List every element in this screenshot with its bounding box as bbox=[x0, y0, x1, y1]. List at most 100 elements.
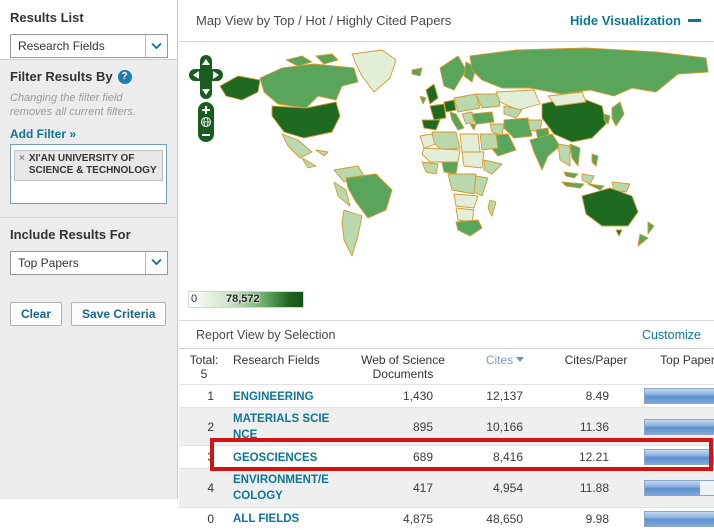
horn-of-africa bbox=[484, 160, 502, 174]
col-header-cites-sortable[interactable]: Cites bbox=[459, 349, 551, 385]
include-results-dropdown[interactable]: Top Papers bbox=[10, 251, 168, 275]
sahel-region bbox=[422, 148, 460, 162]
row-cites-per-paper: 8.49 bbox=[551, 385, 641, 408]
east-africa bbox=[474, 176, 488, 196]
country-vietnam bbox=[570, 144, 580, 166]
top-papers-bar-fill bbox=[645, 512, 714, 526]
filter-panel: Filter Results By ? Changing the filter … bbox=[0, 59, 177, 499]
map-color-legend: 0 78,572 bbox=[188, 291, 304, 308]
sidebar: Results List Research Fields Filter Resu… bbox=[0, 0, 178, 499]
country-egypt bbox=[480, 134, 498, 150]
west-africa bbox=[422, 162, 438, 174]
filter-chip-label: XI'AN UNIVERSITY OF SCIENCE & TECHNOLOGY bbox=[29, 153, 158, 178]
country-norway-sweden bbox=[440, 56, 466, 90]
world-choropleth-map[interactable] bbox=[186, 44, 714, 292]
legend-min-value: 0 bbox=[191, 293, 197, 305]
country-new-zealand-north bbox=[648, 222, 654, 234]
zoom-out-icon bbox=[202, 134, 210, 136]
row-cites: 8,416 bbox=[459, 446, 551, 469]
table-row: 1 ENGINEERING 1,430 12,137 8.49 28 bbox=[179, 385, 714, 408]
top-papers-bar: 28 bbox=[644, 388, 714, 404]
country-japan bbox=[612, 102, 624, 126]
research-field-link[interactable]: MATERIALS SCIENCE bbox=[233, 413, 329, 441]
top-papers-bar: 112 bbox=[644, 511, 714, 527]
country-greece bbox=[470, 124, 476, 130]
row-cites-per-paper: 9.98 bbox=[551, 507, 641, 530]
country-new-zealand-south bbox=[638, 234, 648, 246]
table-row: 4 ENVIRONMENT/ECOLOGY 417 4,954 11.88 13 bbox=[179, 469, 714, 507]
country-turkey bbox=[472, 112, 494, 124]
central-america bbox=[302, 158, 316, 168]
country-angola-zambia bbox=[454, 194, 478, 208]
remove-filter-icon[interactable]: × bbox=[19, 153, 25, 166]
country-libya bbox=[460, 134, 480, 152]
map-pan-control[interactable] bbox=[189, 55, 223, 101]
customize-link[interactable]: Customize bbox=[642, 328, 701, 342]
filter-chip[interactable]: × XI'AN UNIVERSITY OF SCIENCE & TECHNOLO… bbox=[14, 150, 163, 181]
report-table: Total: 5 Research Fields Web of Science … bbox=[179, 348, 714, 530]
filter-results-by-label: Filter Results By bbox=[10, 69, 113, 84]
cites-label: Cites bbox=[486, 353, 513, 367]
row-rank: 3 bbox=[179, 446, 229, 469]
research-field-link[interactable]: ALL FIELDS bbox=[233, 513, 299, 525]
country-iceland bbox=[412, 68, 422, 76]
country-malaysia bbox=[564, 172, 578, 178]
country-madagascar bbox=[488, 200, 496, 216]
row-cites-per-paper: 11.88 bbox=[551, 469, 641, 507]
row-docs: 895 bbox=[347, 408, 459, 446]
col-header-cites-per-paper: Cites/Paper bbox=[551, 349, 641, 385]
map-zoom-control[interactable] bbox=[198, 102, 214, 142]
total-label: Total: bbox=[181, 353, 227, 367]
add-filter-link[interactable]: Add Filter » bbox=[10, 127, 76, 141]
research-field-link[interactable]: ENVIRONMENT/ECOLOGY bbox=[233, 474, 329, 502]
country-cuba bbox=[316, 150, 328, 156]
chevron-down-icon bbox=[145, 252, 167, 274]
research-field-link[interactable]: GEOSCIENCES bbox=[233, 452, 317, 464]
filter-results-by-heading: Filter Results By ? bbox=[10, 69, 167, 84]
filter-note: Changing the filter field removes all cu… bbox=[10, 91, 167, 120]
row-docs: 689 bbox=[347, 446, 459, 469]
top-papers-bar-fill bbox=[645, 389, 714, 403]
country-argentina-chile bbox=[342, 210, 362, 256]
total-count: Total: 5 bbox=[179, 349, 229, 385]
map-visualization[interactable]: 0 78,572 bbox=[179, 41, 714, 320]
row-cites-per-paper: 11.36 bbox=[551, 408, 641, 446]
results-list-dropdown[interactable]: Research Fields bbox=[10, 34, 168, 58]
table-header-row: Total: 5 Research Fields Web of Science … bbox=[179, 349, 714, 385]
top-papers-bar-fill bbox=[645, 450, 714, 464]
chevron-down-icon bbox=[145, 35, 167, 57]
country-india bbox=[530, 134, 560, 170]
sort-caret-icon bbox=[516, 357, 524, 362]
country-sudan-chad bbox=[462, 152, 484, 168]
top-papers-bar: 23 bbox=[644, 449, 714, 465]
arctic-islands bbox=[316, 54, 338, 64]
country-russia bbox=[470, 48, 708, 96]
main-content: Map View by Top / Hot / Highly Cited Pap… bbox=[179, 0, 714, 499]
row-rank: 2 bbox=[179, 408, 229, 446]
country-borneo bbox=[582, 174, 594, 184]
row-cites: 48,650 bbox=[459, 507, 551, 530]
divider bbox=[0, 217, 177, 218]
total-value: 5 bbox=[181, 367, 227, 381]
col-header-top-papers: Top Papers bbox=[641, 349, 714, 385]
save-criteria-button[interactable]: Save Criteria bbox=[71, 302, 166, 326]
row-docs: 1,430 bbox=[347, 385, 459, 408]
collapse-minus-icon bbox=[688, 19, 701, 22]
research-field-link[interactable]: ENGINEERING bbox=[233, 391, 314, 403]
clear-button[interactable]: Clear bbox=[10, 302, 62, 326]
country-indonesia bbox=[562, 182, 584, 188]
country-tasmania bbox=[616, 230, 622, 236]
country-south-africa bbox=[456, 220, 482, 236]
row-rank: 1 bbox=[179, 385, 229, 408]
row-rank: 4 bbox=[179, 469, 229, 507]
country-kazakhstan bbox=[496, 90, 540, 110]
report-title: Report View by Selection bbox=[196, 328, 335, 342]
country-spain bbox=[422, 120, 440, 130]
row-cites: 4,954 bbox=[459, 469, 551, 507]
country-namibia-botswana bbox=[456, 208, 474, 222]
active-filters-box[interactable]: × XI'AN UNIVERSITY OF SCIENCE & TECHNOLO… bbox=[10, 144, 167, 204]
row-cites: 12,137 bbox=[459, 385, 551, 408]
hide-visualization-link[interactable]: Hide Visualization bbox=[570, 13, 701, 28]
help-icon[interactable]: ? bbox=[118, 70, 132, 84]
top-papers-bar: 13 bbox=[644, 480, 714, 496]
